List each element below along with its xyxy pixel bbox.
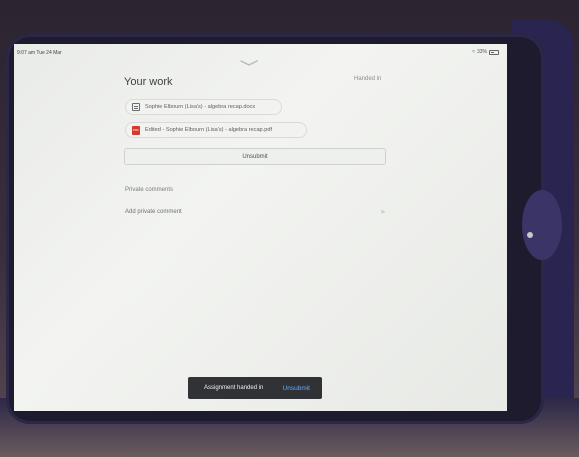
status-badge: Handed in	[354, 76, 382, 82]
status-indicators: ≈ 33%	[472, 49, 499, 55]
private-comments-label: Private comments	[125, 187, 174, 193]
attachment-name: Sophie Elbourn (Lisa's) - algebra recap.…	[145, 104, 256, 110]
attachment-pdf[interactable]: PDF Edited - Sophie Elbourn (Lisa's) - a…	[125, 122, 307, 138]
page-title: Your work	[124, 76, 173, 88]
wifi-icon: ≈	[472, 49, 475, 55]
home-button[interactable]	[527, 232, 533, 238]
tablet-screen: 9:07 am Tue 24 Mar ≈ 33% Your work Hande…	[14, 44, 507, 411]
send-icon[interactable]: ➤	[380, 208, 386, 216]
battery-icon	[489, 49, 499, 55]
unsubmit-button[interactable]: Unsubmit	[124, 148, 386, 165]
case-handle	[522, 190, 562, 260]
chevron-down-icon[interactable]	[240, 60, 258, 66]
document-icon	[132, 103, 140, 111]
snackbar-unsubmit-button[interactable]: Unsubmit	[283, 385, 310, 392]
private-comment-input[interactable]: Add private comment	[125, 209, 182, 215]
pdf-icon: PDF	[132, 125, 140, 135]
status-bar: 9:07 am Tue 24 Mar ≈ 33%	[14, 44, 507, 60]
status-time: 9:07 am Tue 24 Mar	[17, 50, 62, 56]
battery-percent: 33%	[476, 49, 487, 55]
snackbar: Assignment handed in Unsubmit	[188, 377, 322, 399]
attachment-name: Edited - Sophie Elbourn (Lisa's) - algeb…	[145, 127, 272, 133]
attachment-docx[interactable]: Sophie Elbourn (Lisa's) - algebra recap.…	[125, 99, 282, 115]
snackbar-message: Assignment handed in	[204, 385, 264, 391]
